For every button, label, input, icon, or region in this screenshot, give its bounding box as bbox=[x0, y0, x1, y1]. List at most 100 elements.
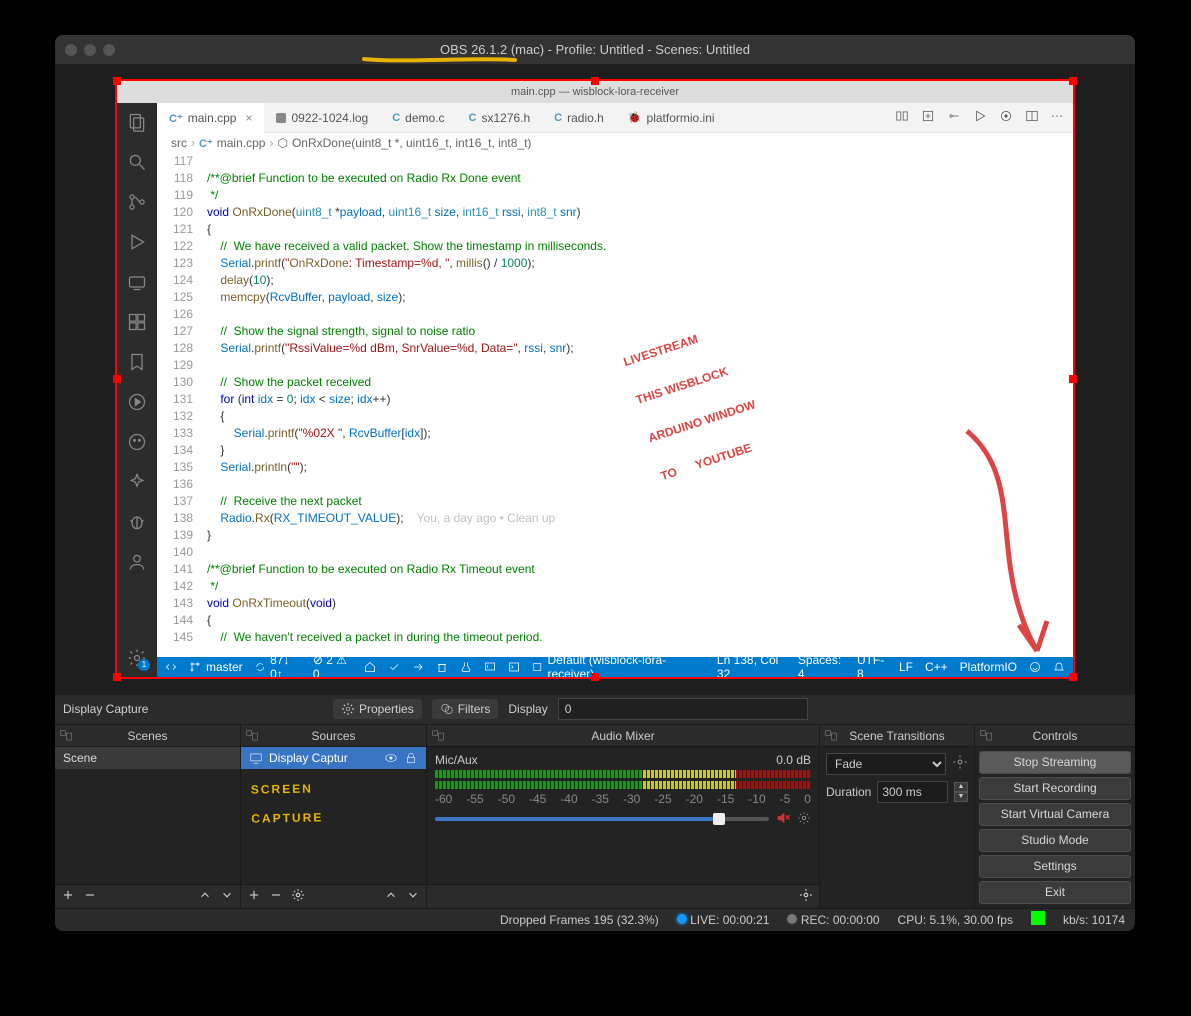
properties-button[interactable]: Properties bbox=[333, 699, 422, 719]
remote-indicator[interactable] bbox=[165, 661, 177, 673]
filters-button[interactable]: Filters bbox=[432, 699, 499, 719]
bug-icon[interactable] bbox=[126, 511, 148, 533]
transition-select[interactable]: Fade bbox=[826, 753, 946, 775]
audio-advanced-icon[interactable] bbox=[799, 888, 813, 905]
pio-upload-icon[interactable] bbox=[412, 661, 424, 673]
problems[interactable]: ⊘ 2 ⚠ 0 bbox=[313, 653, 352, 677]
move-down-icon[interactable] bbox=[220, 888, 234, 905]
git-branch[interactable]: master bbox=[189, 660, 243, 674]
pio-monitor-icon[interactable] bbox=[484, 661, 496, 673]
pio-home-icon[interactable] bbox=[364, 661, 376, 673]
resize-handle[interactable] bbox=[113, 77, 121, 85]
run-debug-icon[interactable] bbox=[126, 231, 148, 253]
feedback-icon[interactable] bbox=[1029, 661, 1041, 673]
add-icon[interactable] bbox=[247, 888, 261, 905]
visibility-icon[interactable] bbox=[384, 751, 398, 765]
language-mode[interactable]: C++ bbox=[925, 660, 948, 674]
transitions-panel: Fade Duration ▲▼ bbox=[820, 747, 974, 908]
tab-log[interactable]: 0922-1024.log bbox=[264, 103, 380, 133]
settings-gear-icon[interactable]: 1 bbox=[126, 647, 148, 669]
resize-handle[interactable] bbox=[591, 77, 599, 85]
pio-build-icon[interactable] bbox=[388, 661, 400, 673]
tab-main-cpp[interactable]: C⁺main.cpp× bbox=[157, 103, 264, 133]
split-icon[interactable] bbox=[1025, 109, 1039, 126]
cpu-status: CPU: 5.1%, 30.00 fps bbox=[898, 913, 1013, 927]
resize-handle[interactable] bbox=[113, 375, 121, 383]
go-back-icon[interactable] bbox=[947, 109, 961, 126]
resize-handle[interactable] bbox=[1069, 77, 1077, 85]
code-content[interactable]: /**@brief Function to be executed on Rad… bbox=[207, 153, 1073, 657]
source-item[interactable]: Display Captur bbox=[241, 747, 426, 769]
remove-icon[interactable] bbox=[269, 888, 283, 905]
obs-status-bar: Dropped Frames 195 (32.3%) LIVE: 00:00:2… bbox=[55, 908, 1135, 931]
breadcrumb-item[interactable]: OnRxDone(uint8_t *, uint16_t, int16_t, i… bbox=[292, 136, 531, 150]
extensions-icon[interactable] bbox=[126, 311, 148, 333]
pio-terminal-icon[interactable] bbox=[508, 661, 520, 673]
scene-item[interactable]: Scene bbox=[55, 747, 240, 769]
display-select[interactable] bbox=[558, 698, 808, 720]
tab-radio-h[interactable]: Cradio.h bbox=[542, 103, 616, 133]
settings-button[interactable]: Settings bbox=[979, 855, 1131, 878]
move-up-icon[interactable] bbox=[384, 888, 398, 905]
preview-area[interactable]: main.cpp — wisblock-lora-receiver bbox=[55, 64, 1135, 694]
code-editor[interactable]: 117 118 119 120 121 122 123 124 125 126 … bbox=[157, 153, 1073, 657]
remote-icon[interactable] bbox=[126, 271, 148, 293]
cursor-position[interactable]: Ln 138, Col 32 bbox=[717, 653, 786, 677]
pio-env[interactable]: Default (wisblock-lora-receiver) bbox=[532, 653, 693, 677]
tab-label: 0922-1024.log bbox=[291, 111, 368, 125]
start-virtual-camera-button[interactable]: Start Virtual Camera bbox=[979, 803, 1131, 826]
tab-demo-c[interactable]: Cdemo.c bbox=[380, 103, 456, 133]
capture-bounding-box[interactable]: main.cpp — wisblock-lora-receiver bbox=[115, 79, 1075, 679]
volume-slider[interactable] bbox=[435, 817, 769, 821]
compare-icon[interactable] bbox=[895, 109, 909, 126]
source-control-icon[interactable] bbox=[126, 191, 148, 213]
start-recording-button[interactable]: Start Recording bbox=[979, 777, 1131, 800]
run-icon[interactable] bbox=[973, 109, 987, 126]
encoding[interactable]: UTF-8 bbox=[857, 653, 887, 677]
search-icon[interactable] bbox=[126, 151, 148, 173]
sparkle-icon[interactable] bbox=[126, 471, 148, 493]
scenes-list[interactable]: Scene bbox=[55, 747, 240, 884]
exit-button[interactable]: Exit bbox=[979, 881, 1131, 904]
add-icon[interactable] bbox=[61, 888, 75, 905]
play-circle-icon[interactable] bbox=[126, 391, 148, 413]
breadcrumb-item[interactable]: main.cpp bbox=[217, 136, 266, 150]
settings-icon[interactable] bbox=[291, 888, 305, 905]
resize-handle[interactable] bbox=[1069, 673, 1077, 681]
resize-handle[interactable] bbox=[591, 673, 599, 681]
move-down-icon[interactable] bbox=[406, 888, 420, 905]
eol[interactable]: LF bbox=[899, 660, 913, 674]
bell-icon[interactable] bbox=[1053, 661, 1065, 673]
tab-platformio-ini[interactable]: 🐞platformio.ini bbox=[616, 103, 727, 133]
new-window-icon[interactable] bbox=[921, 109, 935, 126]
transition-settings-icon[interactable] bbox=[952, 754, 968, 773]
platformio-status[interactable]: PlatformIO bbox=[960, 660, 1017, 674]
remove-icon[interactable] bbox=[83, 888, 97, 905]
more-icon[interactable]: ⋯ bbox=[1051, 109, 1063, 126]
pio-clean-icon[interactable] bbox=[436, 661, 448, 673]
breadcrumb-item[interactable]: src bbox=[171, 136, 187, 150]
lock-icon[interactable] bbox=[404, 751, 418, 765]
pio-test-icon[interactable] bbox=[460, 661, 472, 673]
mute-icon[interactable] bbox=[775, 810, 791, 829]
stop-streaming-button[interactable]: Stop Streaming bbox=[979, 751, 1131, 774]
resize-handle[interactable] bbox=[113, 673, 121, 681]
duration-input[interactable] bbox=[877, 781, 948, 803]
studio-mode-button[interactable]: Studio Mode bbox=[979, 829, 1131, 852]
account-icon[interactable] bbox=[126, 551, 148, 573]
duration-spinner[interactable]: ▲▼ bbox=[954, 782, 968, 802]
debug-icon[interactable] bbox=[999, 109, 1013, 126]
indentation[interactable]: Spaces: 4 bbox=[798, 653, 845, 677]
resize-handle[interactable] bbox=[1069, 375, 1077, 383]
breadcrumb[interactable]: src› C⁺main.cpp› ⬡OnRxDone(uint8_t *, ui… bbox=[157, 133, 1073, 153]
move-up-icon[interactable] bbox=[198, 888, 212, 905]
bookmark-icon[interactable] bbox=[126, 351, 148, 373]
audio-settings-icon[interactable] bbox=[797, 811, 811, 828]
close-icon[interactable]: × bbox=[245, 111, 252, 125]
rec-status: REC: 00:00:00 bbox=[787, 913, 879, 927]
tab-sx1276-h[interactable]: Csx1276.h bbox=[457, 103, 543, 133]
sources-list[interactable]: Display Captur SCREEN CAPTURE bbox=[241, 747, 426, 884]
explorer-icon[interactable] bbox=[126, 111, 148, 133]
platformio-icon[interactable] bbox=[126, 431, 148, 453]
git-sync[interactable]: 87↓ 0↑ bbox=[255, 653, 301, 677]
